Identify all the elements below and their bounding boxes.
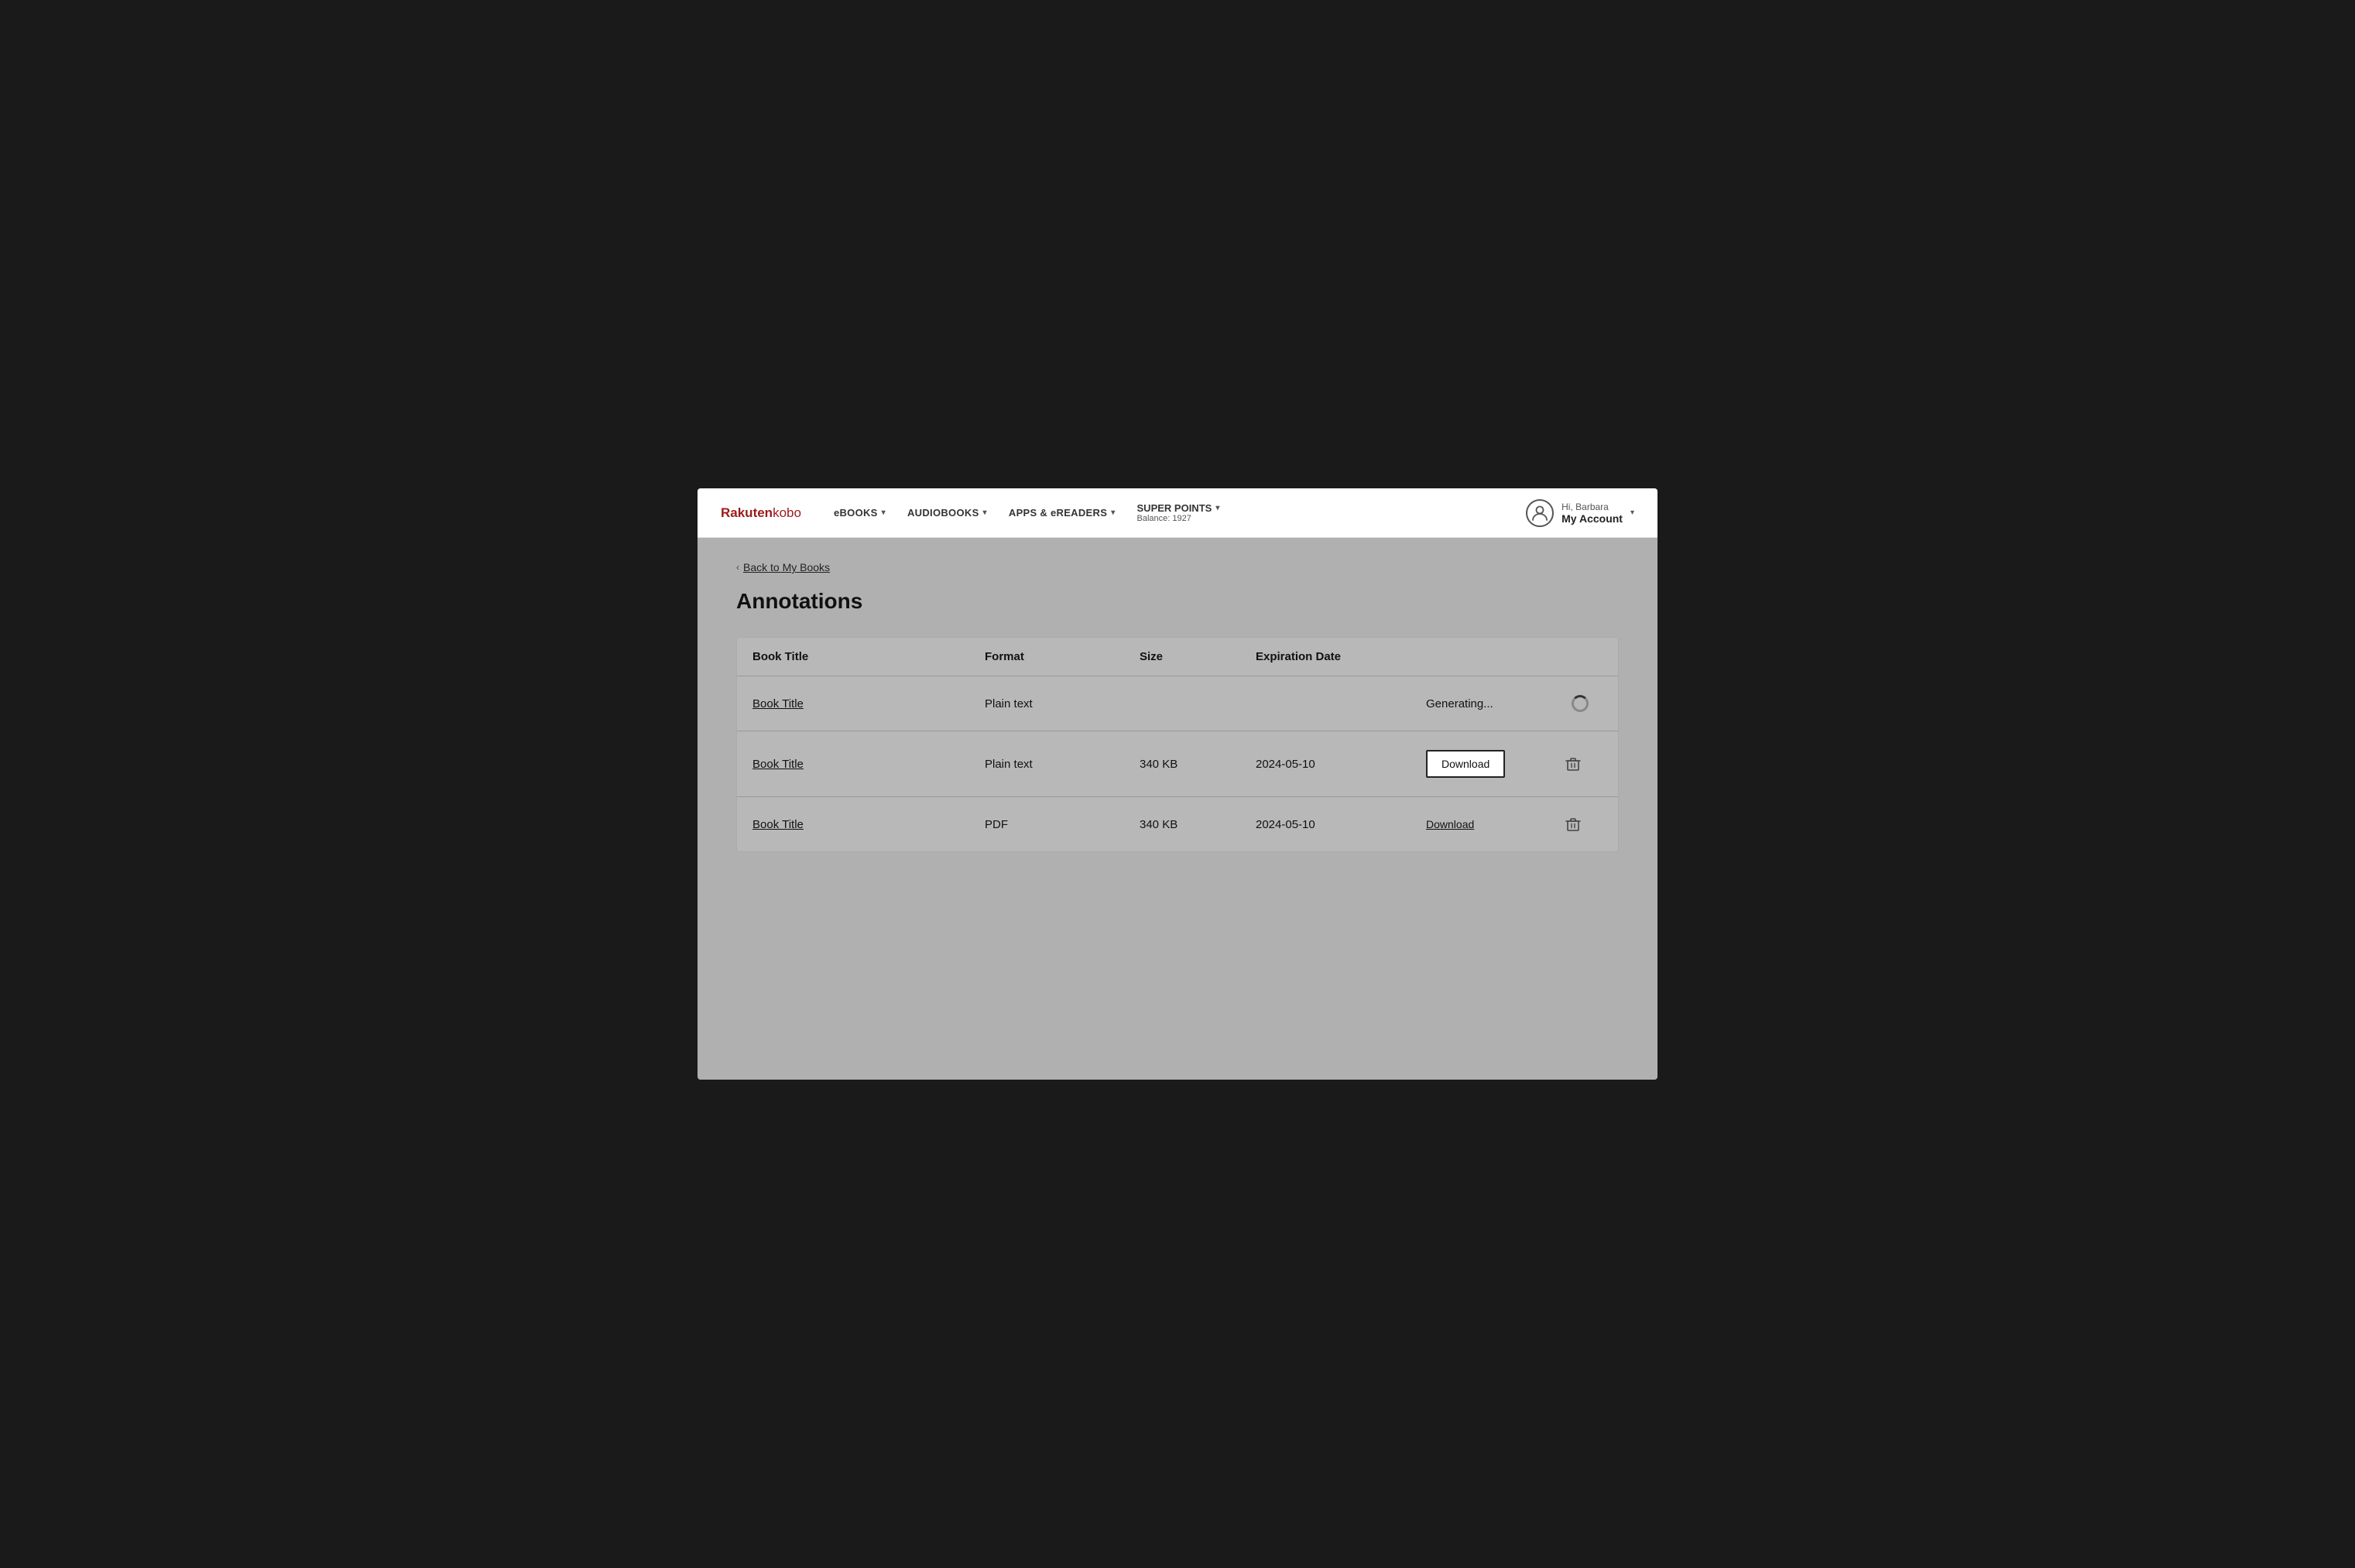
account-greeting: Hi, Barbara	[1561, 502, 1623, 512]
table-header: Book Title Format Size Expiration Date	[737, 638, 1618, 676]
chevron-down-icon: ▾	[1630, 508, 1634, 517]
nav-apps[interactable]: APPS & eREADERS ▾	[999, 501, 1125, 525]
status-cell-1: Generating...	[1426, 697, 1550, 710]
table-row: Book Title Plain text Generating...	[737, 676, 1618, 731]
nav-ebooks-label: eBOOKS	[834, 507, 878, 519]
col-delete	[1550, 650, 1596, 663]
size-cell-2: 340 KB	[1140, 758, 1256, 771]
col-format: Format	[985, 650, 1140, 663]
download-button-highlighted[interactable]: Download	[1426, 750, 1505, 778]
col-size: Size	[1140, 650, 1256, 663]
nav-audiobooks-label: AUDIOBOOKS	[907, 507, 979, 519]
col-expiration: Expiration Date	[1256, 650, 1426, 663]
format-cell-2: Plain text	[985, 758, 1140, 771]
action-cell-3: Download	[1426, 818, 1550, 830]
nav-audiobooks[interactable]: AUDIOBOOKS ▾	[898, 501, 996, 525]
nav-super-points-label: SUPER POINTS	[1137, 502, 1212, 514]
book-title-link-2[interactable]: Book Title	[752, 758, 985, 771]
format-cell-3: PDF	[985, 818, 1140, 831]
nav-apps-label: APPS & eREADERS	[1009, 507, 1107, 519]
nav-super-points[interactable]: SUPER POINTS ▾ Balance: 1927	[1128, 496, 1229, 529]
table-row: Book Title Plain text 340 KB 2024-05-10 …	[737, 731, 1618, 797]
expiration-cell-3: 2024-05-10	[1256, 818, 1426, 831]
download-link-3[interactable]: Download	[1426, 818, 1474, 830]
col-action	[1426, 650, 1550, 663]
col-book-title: Book Title	[752, 650, 985, 663]
page-title: Annotations	[736, 589, 1619, 614]
delete-button-3[interactable]	[1550, 816, 1596, 833]
account-section[interactable]: Hi, Barbara My Account ▾	[1526, 499, 1634, 527]
book-title-link-3[interactable]: Book Title	[752, 818, 985, 831]
chevron-down-icon: ▾	[983, 508, 987, 517]
back-to-my-books-link[interactable]: Back to My Books	[743, 561, 830, 573]
super-points-balance: Balance: 1927	[1137, 514, 1220, 523]
chevron-down-icon: ▾	[882, 508, 886, 517]
annotations-table: Book Title Format Size Expiration Date B…	[736, 637, 1619, 852]
delete-button-2[interactable]	[1550, 755, 1596, 772]
nav-ebooks[interactable]: eBOOKS ▾	[824, 501, 895, 525]
content-area: ‹ Back to My Books Annotations Book Titl…	[698, 538, 1657, 1080]
table-row: Book Title PDF 340 KB 2024-05-10 Downloa…	[737, 797, 1618, 851]
loading-spinner	[1572, 695, 1589, 712]
spinner-cell-1	[1550, 695, 1596, 712]
account-icon	[1526, 499, 1554, 527]
breadcrumb: ‹ Back to My Books	[736, 561, 1619, 573]
action-cell-2: Download	[1426, 750, 1550, 778]
nav-bar: Rakuten kobo eBOOKS ▾ AUDIOBOOKS ▾ APPS …	[698, 488, 1657, 538]
chevron-down-icon: ▾	[1215, 504, 1219, 512]
logo-kobo: kobo	[773, 505, 801, 521]
book-title-link-1[interactable]: Book Title	[752, 697, 985, 710]
chevron-down-icon: ▾	[1111, 508, 1115, 517]
size-cell-3: 340 KB	[1140, 818, 1256, 831]
logo[interactable]: Rakuten kobo	[721, 505, 801, 521]
format-cell-1: Plain text	[985, 697, 1140, 710]
outer-frame: Rakuten kobo eBOOKS ▾ AUDIOBOOKS ▾ APPS …	[674, 465, 1681, 1103]
main-window: Rakuten kobo eBOOKS ▾ AUDIOBOOKS ▾ APPS …	[698, 488, 1657, 1080]
expiration-cell-2: 2024-05-10	[1256, 758, 1426, 771]
account-name: My Account	[1561, 512, 1623, 525]
chevron-left-icon: ‹	[736, 562, 739, 573]
nav-items: eBOOKS ▾ AUDIOBOOKS ▾ APPS & eREADERS ▾ …	[824, 496, 1526, 529]
logo-rakuten: Rakuten	[721, 505, 773, 521]
